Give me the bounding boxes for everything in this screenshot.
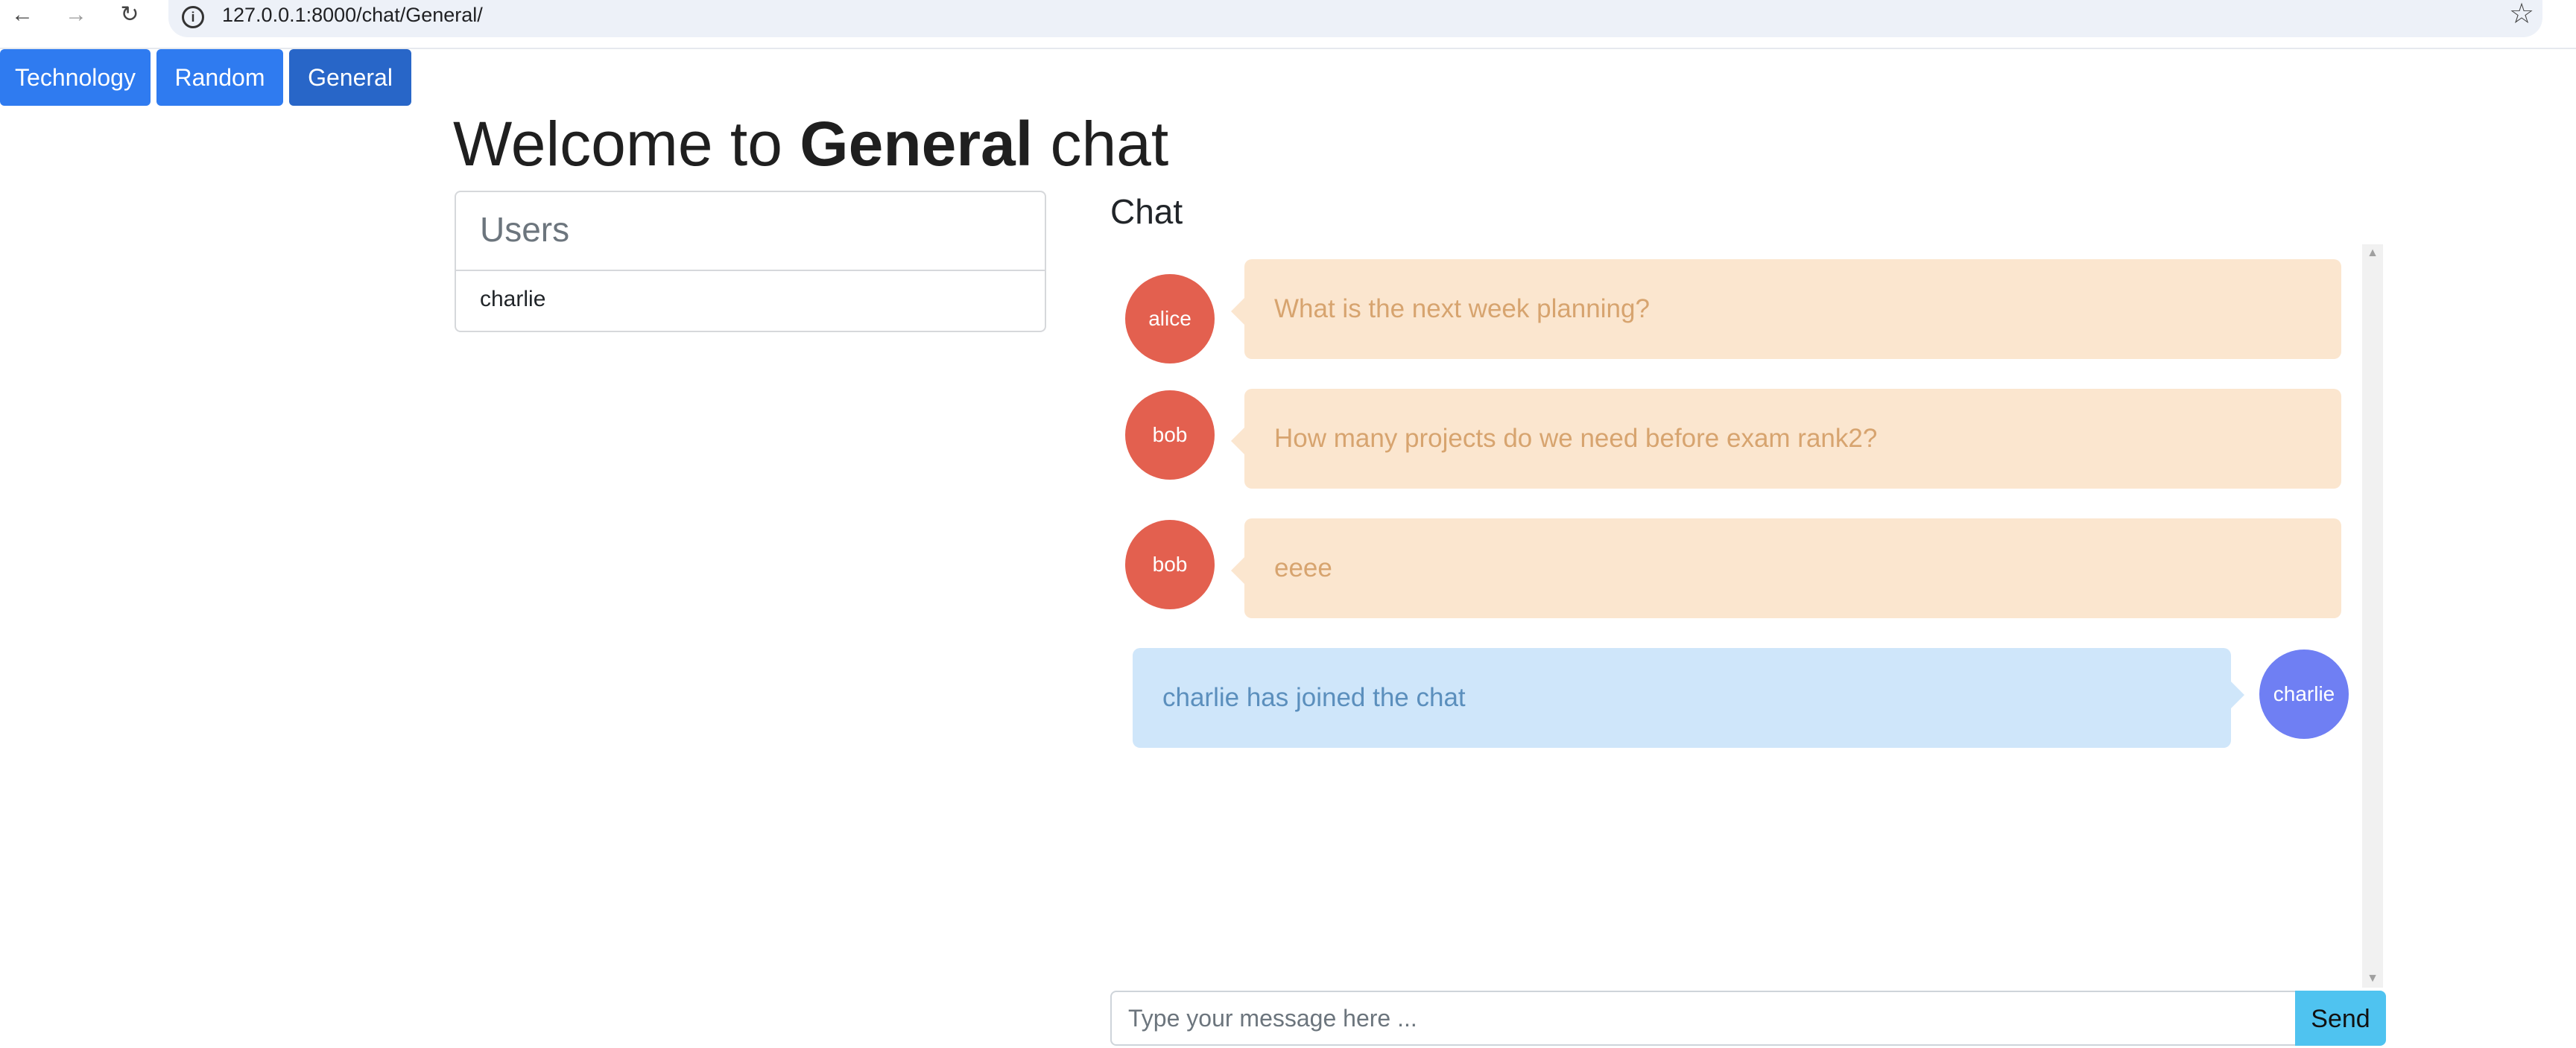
message-bubble-self: charlie has joined the chat [1133,648,2244,748]
avatar-alice: alice [1125,274,1215,363]
chat-heading: Chat [1110,192,1183,231]
avatar-bob: bob [1125,390,1215,480]
page-title-suffix: chat [1033,109,1169,179]
users-panel: Users charlie [455,191,1046,332]
back-arrow-icon[interactable]: ← [3,0,42,30]
message-bubble: eeee [1231,518,2341,618]
chat-message: bob eeee [1110,518,2341,618]
avatar-charlie: charlie [2259,650,2349,739]
chat-scrollbar[interactable]: ▲ ▼ [2362,244,2383,988]
reload-icon[interactable]: ↻ [110,0,149,30]
chat-message-self: charlie has joined the chat charlie [1110,648,2350,748]
chat-message: alice What is the next week planning? [1110,259,2341,363]
forward-arrow-icon[interactable]: → [57,0,95,30]
users-panel-heading: Users [456,192,1045,271]
address-bar[interactable]: i 127.0.0.1:8000/chat/General/ ☆ [168,0,2542,37]
message-bubble: What is the next week planning? [1231,259,2341,359]
room-tab-random[interactable]: Random [156,49,283,106]
avatar-bob: bob [1125,520,1215,609]
room-tab-general[interactable]: General [289,49,411,106]
browser-toolbar: ← → ↻ i 127.0.0.1:8000/chat/General/ ☆ [0,0,2576,49]
send-button[interactable]: Send [2295,991,2386,1046]
page-title: Welcome to General chat [453,103,1168,185]
message-input[interactable] [1110,991,2297,1046]
scroll-down-arrow-icon[interactable]: ▼ [2362,970,2383,988]
chat-message: bob How many projects do we need before … [1110,389,2341,489]
chat-log: alice What is the next week planning? bo… [1110,246,2386,983]
message-bubble: How many projects do we need before exam… [1231,389,2341,489]
site-info-icon[interactable]: i [182,6,204,28]
page-title-room: General [800,109,1034,179]
room-tab-technology[interactable]: Technology [0,49,151,106]
bookmark-star-icon[interactable]: ☆ [2501,0,2542,33]
scroll-up-arrow-icon[interactable]: ▲ [2362,244,2383,262]
url-text[interactable]: 127.0.0.1:8000/chat/General/ [222,1,483,28]
page-title-prefix: Welcome to [453,109,800,179]
user-list-item: charlie [480,287,546,311]
